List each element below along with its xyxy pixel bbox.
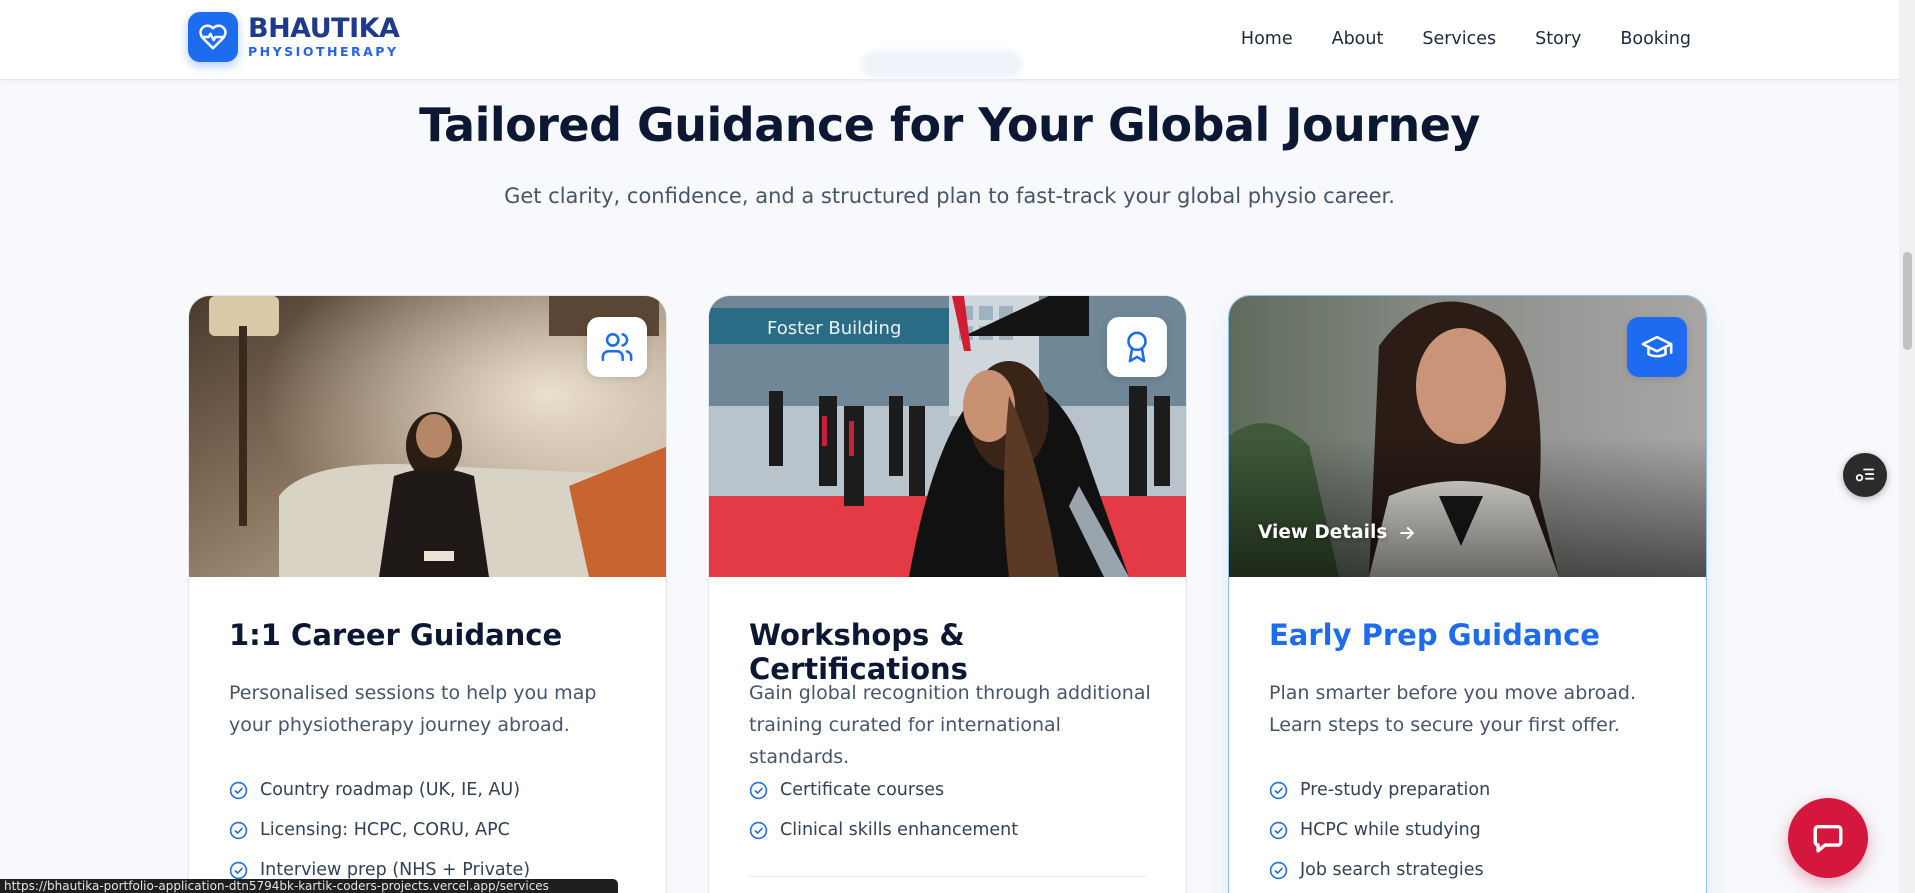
feature-label: Certificate courses <box>780 780 945 800</box>
brand-name: BHAUTIKA <box>248 13 400 45</box>
heart-pulse-icon <box>188 12 238 62</box>
feature-label: Clinical skills enhancement <box>780 820 1019 840</box>
service-card-early-prep[interactable]: View Details Early Prep Guidance Plan sm… <box>1228 295 1707 893</box>
section-title: Tailored Guidance for Your Global Journe… <box>419 98 1480 152</box>
check-circle-icon <box>229 861 248 879</box>
feature-item: Pre-study preparation <box>1269 770 1490 810</box>
card-photo-portrait: View Details <box>1229 296 1706 577</box>
link-status-url: https://bhautika-portfolio-application-d… <box>0 879 618 893</box>
feature-label: Country roadmap (UK, IE, AU) <box>260 780 521 800</box>
feature-label: HCPC while studying <box>1300 820 1481 840</box>
scrollbar-thumb[interactable] <box>1903 252 1912 350</box>
arrow-right-icon <box>1400 526 1415 539</box>
feature-label: Pre-study preparation <box>1300 780 1491 800</box>
photo-building-sign: Foster Building <box>767 318 901 339</box>
view-details-link[interactable]: View Details <box>1258 522 1417 543</box>
feature-item: Licensing: HCPC, CORU, APC <box>229 810 530 850</box>
feature-item: Country roadmap (UK, IE, AU) <box>229 770 530 810</box>
check-circle-icon <box>1269 781 1288 799</box>
card-title: Workshops & Certifications <box>749 618 968 686</box>
check-circle-icon <box>1269 821 1288 839</box>
feature-list: Pre-study preparation HCPC while studyin… <box>1269 770 1490 890</box>
card-divider <box>749 876 1146 877</box>
feature-item: Job search strategies <box>1269 850 1490 890</box>
card-photo-graduation: Foster Building <box>709 296 1186 577</box>
section-subtitle: Get clarity, confidence, and a structure… <box>504 184 1395 208</box>
card-description: Personalised sessions to help you map yo… <box>229 682 597 736</box>
feature-label: Job search strategies <box>1300 860 1484 880</box>
feature-item: HCPC while studying <box>1269 810 1490 850</box>
brand-tagline: PHYSIOTHERAPY <box>248 44 399 60</box>
feature-item: Clinical skills enhancement <box>749 810 1018 850</box>
feature-list: Certificate courses Clinical skills enha… <box>749 770 1018 850</box>
card-description: Plan smarter before you move abroad. Lea… <box>1269 682 1637 736</box>
chat-button[interactable] <box>1788 798 1868 878</box>
floating-menu-button[interactable] <box>1843 453 1887 497</box>
page-scrollbar[interactable] <box>1899 0 1915 893</box>
card-description: Gain global recognition through addition… <box>749 682 1151 768</box>
main-nav: Home About Services Story Booking <box>1202 0 1691 78</box>
nav-booking[interactable]: Booking <box>1620 29 1691 49</box>
graduation-cap-icon <box>1627 317 1687 377</box>
faded-section-pill <box>862 50 1022 78</box>
nav-home[interactable]: Home <box>1241 29 1293 49</box>
view-details-label: View Details <box>1258 522 1388 543</box>
nav-story[interactable]: Story <box>1535 29 1581 49</box>
users-icon <box>587 317 647 377</box>
check-circle-icon <box>749 821 768 839</box>
nav-about[interactable]: About <box>1332 29 1384 49</box>
check-circle-icon <box>229 781 248 799</box>
card-photo-living-room <box>189 296 666 577</box>
feature-label: Interview prep (NHS + Private) <box>260 860 531 880</box>
menu-list-icon <box>1855 468 1875 482</box>
service-card-workshops[interactable]: Foster Building Workshops & Certificatio… <box>708 295 1187 893</box>
service-card-career-guidance[interactable]: 1:1 Career Guidance Personalised session… <box>188 295 667 893</box>
brand-logo[interactable]: BHAUTIKA PHYSIOTHERAPY <box>188 12 400 62</box>
check-circle-icon <box>749 781 768 799</box>
check-circle-icon <box>229 821 248 839</box>
feature-list: Country roadmap (UK, IE, AU) Licensing: … <box>229 770 530 890</box>
award-icon <box>1107 317 1167 377</box>
feature-label: Licensing: HCPC, CORU, APC <box>260 820 510 840</box>
card-title: 1:1 Career Guidance <box>229 618 563 652</box>
check-circle-icon <box>1269 861 1288 879</box>
chat-bubble-icon <box>1813 824 1843 853</box>
feature-item: Certificate courses <box>749 770 1018 810</box>
site-header: BHAUTIKA PHYSIOTHERAPY Home About Servic… <box>0 0 1899 80</box>
nav-services[interactable]: Services <box>1422 29 1496 49</box>
card-title: Early Prep Guidance <box>1269 618 1600 652</box>
